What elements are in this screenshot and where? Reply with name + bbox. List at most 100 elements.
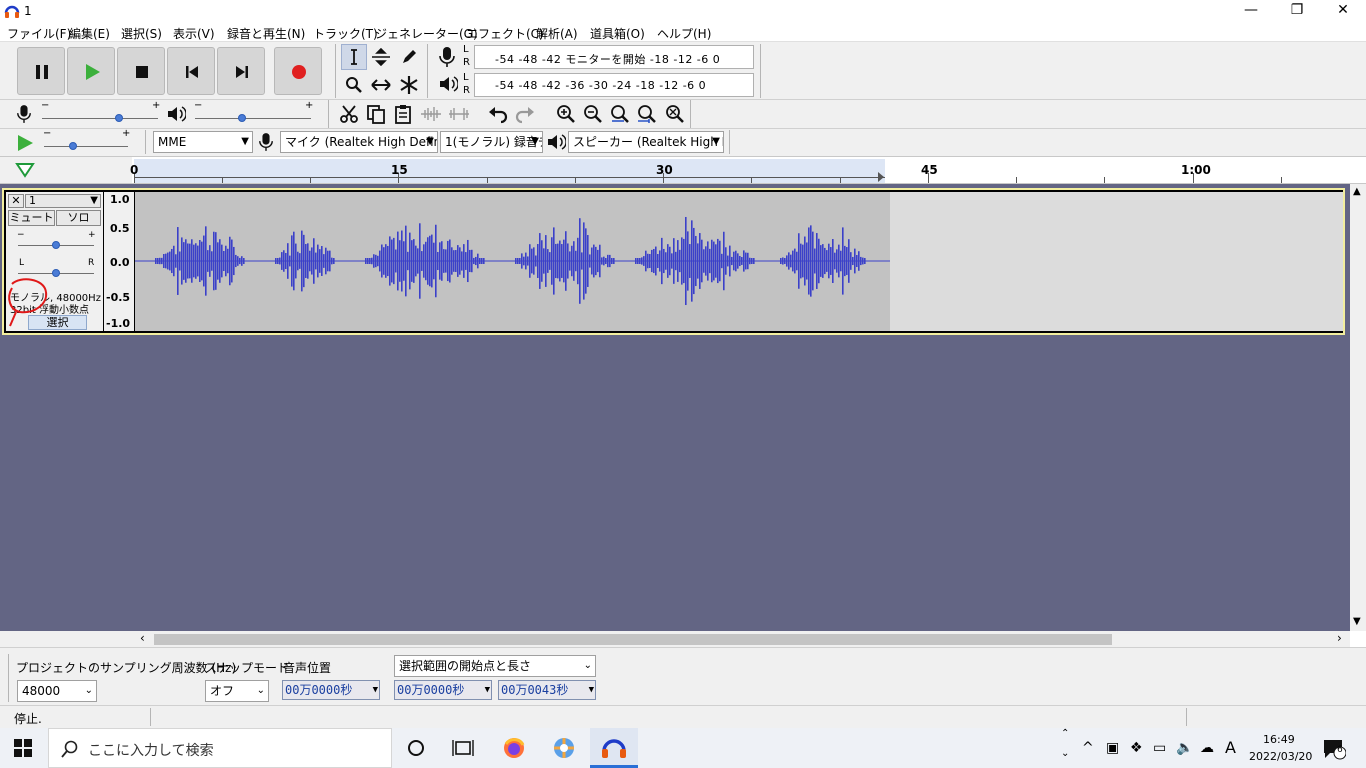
firefox-icon[interactable]	[502, 736, 526, 763]
track-name-menu[interactable]: 1 ▼	[25, 194, 101, 208]
audio-host-select[interactable]: MME ▼	[153, 131, 253, 153]
scroll-down-icon[interactable]: ▼	[1353, 616, 1361, 627]
skip-to-end-button[interactable]	[217, 47, 265, 95]
track-area[interactable]: ✕ 1 ▼ ミュート ソロ − + L R モノラル, 48000Hz 32bi…	[0, 184, 1350, 631]
menu-tools[interactable]: 道具箱(O)	[590, 25, 645, 42]
battery-icon[interactable]: ▭	[1153, 740, 1166, 756]
record-volume-knob[interactable]	[115, 114, 123, 122]
minimize-button[interactable]: —	[1228, 0, 1274, 22]
redo-icon[interactable]	[512, 101, 538, 127]
input-device-select[interactable]: マイク (Realtek High Defini ▼	[280, 131, 438, 153]
pause-button[interactable]	[17, 47, 65, 95]
play-meter[interactable]: -54 -48 -42 -36 -30 -24 -18 -12 -6 0	[474, 73, 754, 97]
waveform-empty-region[interactable]	[890, 192, 1343, 331]
trim-audio-icon[interactable]	[418, 101, 444, 127]
mute-button[interactable]: ミュート	[8, 210, 55, 226]
ime-indicator[interactable]: A	[1225, 738, 1236, 757]
dropbox-icon[interactable]: ❖	[1130, 740, 1143, 756]
record-meter-mic-icon[interactable]	[438, 46, 456, 71]
time-shift-tool-icon[interactable]	[368, 72, 394, 98]
show-hidden-icons-icon[interactable]: ^	[1082, 740, 1094, 756]
pinned-app-icon[interactable]	[552, 736, 576, 763]
meet-now-icon[interactable]: ▣	[1106, 740, 1119, 756]
selection-start-field[interactable]: 00万0000秒 ▼	[394, 680, 492, 700]
menu-tracks[interactable]: トラック(T)	[313, 25, 378, 42]
clock-date[interactable]: 2022/03/20	[1249, 750, 1312, 763]
play-button[interactable]	[67, 47, 115, 95]
draw-tool-icon[interactable]	[396, 44, 422, 70]
record-button[interactable]	[274, 47, 322, 95]
tray-scroll-down-icon[interactable]: ⌄	[1061, 748, 1069, 759]
ruler-selection-line	[134, 177, 885, 178]
undo-icon[interactable]	[485, 101, 511, 127]
solo-button[interactable]: ソロ	[56, 210, 101, 226]
taskbar-audacity-button[interactable]	[590, 728, 638, 768]
output-device-select[interactable]: スピーカー (Realtek High D ▼	[568, 131, 724, 153]
tray-scroll-up-icon[interactable]: ⌃	[1061, 728, 1069, 739]
timeline-ruler[interactable]: 0 15 30 45 1:00	[0, 156, 1366, 184]
multi-tool-icon[interactable]	[396, 72, 422, 98]
skip-to-start-button[interactable]	[167, 47, 215, 95]
envelope-tool-icon[interactable]	[368, 44, 394, 70]
windows-start-icon[interactable]	[14, 739, 32, 760]
selection-length-field[interactable]: 00万0043秒 ▼	[498, 680, 596, 700]
timeline-options-icon[interactable]	[14, 161, 36, 182]
task-view-icon[interactable]	[452, 738, 474, 761]
fit-project-icon[interactable]	[634, 101, 660, 127]
horizontal-scrollbar[interactable]: ‹ ›	[0, 631, 1350, 647]
menu-analyze[interactable]: 解析(A)	[536, 25, 578, 42]
clock-time[interactable]: 16:49	[1263, 733, 1295, 746]
cortana-icon[interactable]	[406, 738, 426, 761]
menu-view[interactable]: 表示(V)	[173, 25, 215, 42]
audio-track[interactable]: ✕ 1 ▼ ミュート ソロ − + L R モノラル, 48000Hz 32bi…	[2, 188, 1345, 335]
copy-icon[interactable]	[363, 101, 389, 127]
selection-tool-icon[interactable]	[341, 44, 367, 70]
play-meter-speaker-icon[interactable]	[438, 74, 459, 97]
notification-center-icon[interactable]: 6	[1322, 738, 1347, 763]
play-speed-knob[interactable]	[69, 142, 77, 150]
menu-effect[interactable]: エフェクト(C)	[466, 25, 544, 42]
playback-volume-slider[interactable]	[195, 118, 311, 119]
selection-mode-select[interactable]: 選択範囲の開始点と長さ ⌄	[394, 655, 596, 677]
audio-position-field[interactable]: 00万0000秒 ▼	[282, 680, 380, 700]
selection-end-marker[interactable]	[878, 172, 884, 182]
scroll-up-icon[interactable]: ▲	[1353, 186, 1361, 197]
input-channels-select[interactable]: 1(モノラル) 録音チ ▼	[440, 131, 543, 153]
silence-audio-icon[interactable]	[446, 101, 472, 127]
menu-generate[interactable]: ジェネレーター(G)	[375, 25, 478, 42]
vertical-scrollbar[interactable]: ▲ ▼	[1350, 184, 1366, 631]
menu-edit[interactable]: 編集(E)	[69, 25, 110, 42]
restore-button[interactable]: ❐	[1274, 0, 1320, 22]
onedrive-icon[interactable]: ☁	[1200, 740, 1214, 756]
scroll-left-icon[interactable]: ‹	[140, 631, 145, 645]
record-volume-slider[interactable]	[42, 118, 158, 119]
record-meter[interactable]: -54 -48 -42 モニターを開始 -18 -12 -6 0	[474, 45, 754, 69]
vertical-scale[interactable]: 1.0 0.5 0.0 -0.5 -1.0	[104, 192, 134, 331]
project-rate-select[interactable]: 48000 ⌄	[17, 680, 97, 702]
zoom-in-icon[interactable]	[553, 101, 579, 127]
taskbar-search-box[interactable]: ここに入力して検索	[48, 728, 392, 768]
menu-file[interactable]: ファイル(F)	[7, 25, 71, 42]
stop-button[interactable]	[117, 47, 165, 95]
menu-help[interactable]: ヘルプ(H)	[657, 25, 711, 42]
play-speed-slider[interactable]	[44, 146, 128, 147]
playback-volume-knob[interactable]	[238, 114, 246, 122]
snap-mode-select[interactable]: オフ ⌄	[205, 680, 269, 702]
close-button[interactable]: ✕	[1320, 0, 1366, 22]
track-close-button[interactable]: ✕	[8, 194, 24, 208]
volume-icon[interactable]: 🔈	[1176, 740, 1193, 756]
fit-selection-icon[interactable]	[607, 101, 633, 127]
scroll-right-icon[interactable]: ›	[1337, 631, 1342, 645]
menu-select[interactable]: 選択(S)	[121, 25, 162, 42]
waveform-sample	[281, 252, 283, 270]
zoom-tool-icon[interactable]	[341, 72, 367, 98]
menu-transport[interactable]: 録音と再生(N)	[227, 25, 305, 42]
paste-icon[interactable]	[390, 101, 416, 127]
zoom-out-icon[interactable]	[580, 101, 606, 127]
pan-knob[interactable]	[52, 269, 60, 277]
play-at-speed-icon[interactable]	[14, 132, 36, 157]
horizontal-scroll-thumb[interactable]	[154, 634, 1112, 645]
gain-knob[interactable]	[52, 241, 60, 249]
zoom-toggle-icon[interactable]	[661, 101, 687, 127]
cut-icon[interactable]	[336, 101, 362, 127]
